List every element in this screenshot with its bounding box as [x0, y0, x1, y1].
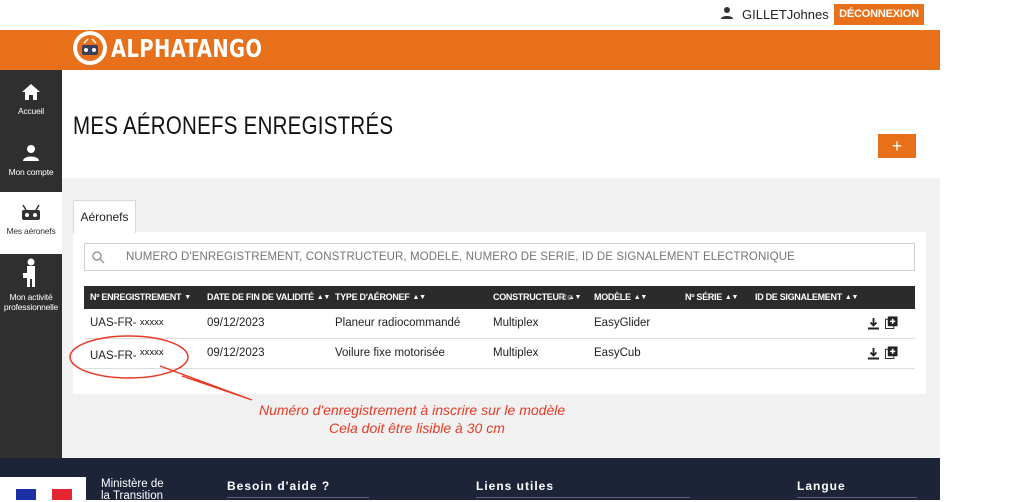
table-cell-maker: Multiplex [493, 317, 539, 329]
user-name[interactable]: GILLETJohnes [742, 7, 829, 22]
sidebar-item-activite-professionnelle[interactable]: Mon activité professionnelle [0, 258, 62, 318]
table-cell-model: EasyGlider [594, 317, 651, 329]
tab-aeronefs[interactable]: Aéronefs [73, 200, 136, 233]
sidebar-item-mes-aeronefs[interactable]: Mes aéronefs [0, 192, 62, 254]
footer-divider [227, 497, 369, 498]
sidebar-item-label-line2: professionnelle [3, 302, 59, 312]
search-icon [92, 251, 105, 264]
table-cell-registration: UAS-FR- xxxxx [90, 317, 164, 329]
table-cell-date: 09/12/2023 [207, 317, 265, 329]
column-header-signal-id[interactable]: ID DE SIGNALEMENT ▲▼ [755, 292, 858, 302]
add-aircraft-button[interactable]: + [878, 134, 916, 158]
ministry-name: Ministère de la Transition [101, 478, 164, 502]
download-icon[interactable] [867, 347, 880, 360]
footer-help-title: Besoin d'aide ? [227, 479, 331, 493]
column-header-validity-date[interactable]: DATE DE FIN DE VALIDITÉ ▲▼ [207, 292, 330, 302]
column-header-model[interactable]: MODÈLE ▲▼ [594, 292, 647, 302]
alphatango-logo-icon[interactable] [73, 31, 107, 65]
sidebar-item-label-line1: Mon activité [9, 292, 53, 302]
drone-icon [22, 204, 40, 220]
download-icon[interactable] [867, 317, 880, 330]
sidebar-item-label: Mon compte [8, 167, 54, 177]
sidebar-item-label: Mes aéronefs [6, 226, 56, 236]
home-icon [22, 84, 40, 100]
annotation-callout-pointer [160, 365, 253, 401]
flag-red-band [52, 489, 72, 500]
flag-blue-band [16, 489, 36, 500]
sidebar-item-label: Accueil [17, 106, 44, 116]
user-icon [721, 7, 733, 19]
footer-divider [797, 497, 917, 498]
logo-text[interactable]: ALPHATANGO [111, 34, 262, 63]
table-cell-model: EasyCub [594, 347, 641, 359]
user-icon [23, 145, 39, 161]
footer-language-title: Langue [797, 479, 846, 493]
logout-button[interactable]: DÉCONNEXION [834, 4, 924, 25]
table-cell-maker: Multiplex [493, 347, 539, 359]
table-cell-type: Planeur radiocommandé [335, 317, 461, 329]
annotation-text-line1: Numéro d'enregistrement à inscrire sur l… [259, 402, 566, 418]
annotation-text-line2: Cela doit être lisible à 30 cm [329, 420, 505, 436]
column-header-serial[interactable]: Nº SÉRIE ▲▼ [685, 292, 738, 302]
add-copy-icon[interactable] [885, 316, 898, 329]
row-divider [84, 338, 915, 339]
table-cell-type: Voilure fixe motorisée [335, 347, 445, 359]
table-cell-date: 09/12/2023 [207, 347, 265, 359]
sidebar-item-mon-compte[interactable]: Mon compte [0, 143, 62, 199]
ghost-text: xte [559, 292, 573, 302]
column-header-aircraft-type[interactable]: TYPE D'AÉRONEF ▲▼ [335, 292, 426, 302]
footer-links-title: Liens utiles [476, 479, 555, 493]
republic-logo [0, 477, 86, 500]
search-input[interactable] [126, 251, 906, 263]
add-copy-icon[interactable] [885, 346, 898, 359]
footer-divider [476, 497, 690, 498]
page-title: MES AÉRONEFS ENREGISTRÉS [73, 112, 394, 140]
professional-icon [23, 258, 35, 287]
sidebar-item-accueil[interactable]: Accueil [0, 82, 62, 138]
column-header-registration[interactable]: Nº ENREGISTREMENT ▼ [90, 292, 191, 302]
